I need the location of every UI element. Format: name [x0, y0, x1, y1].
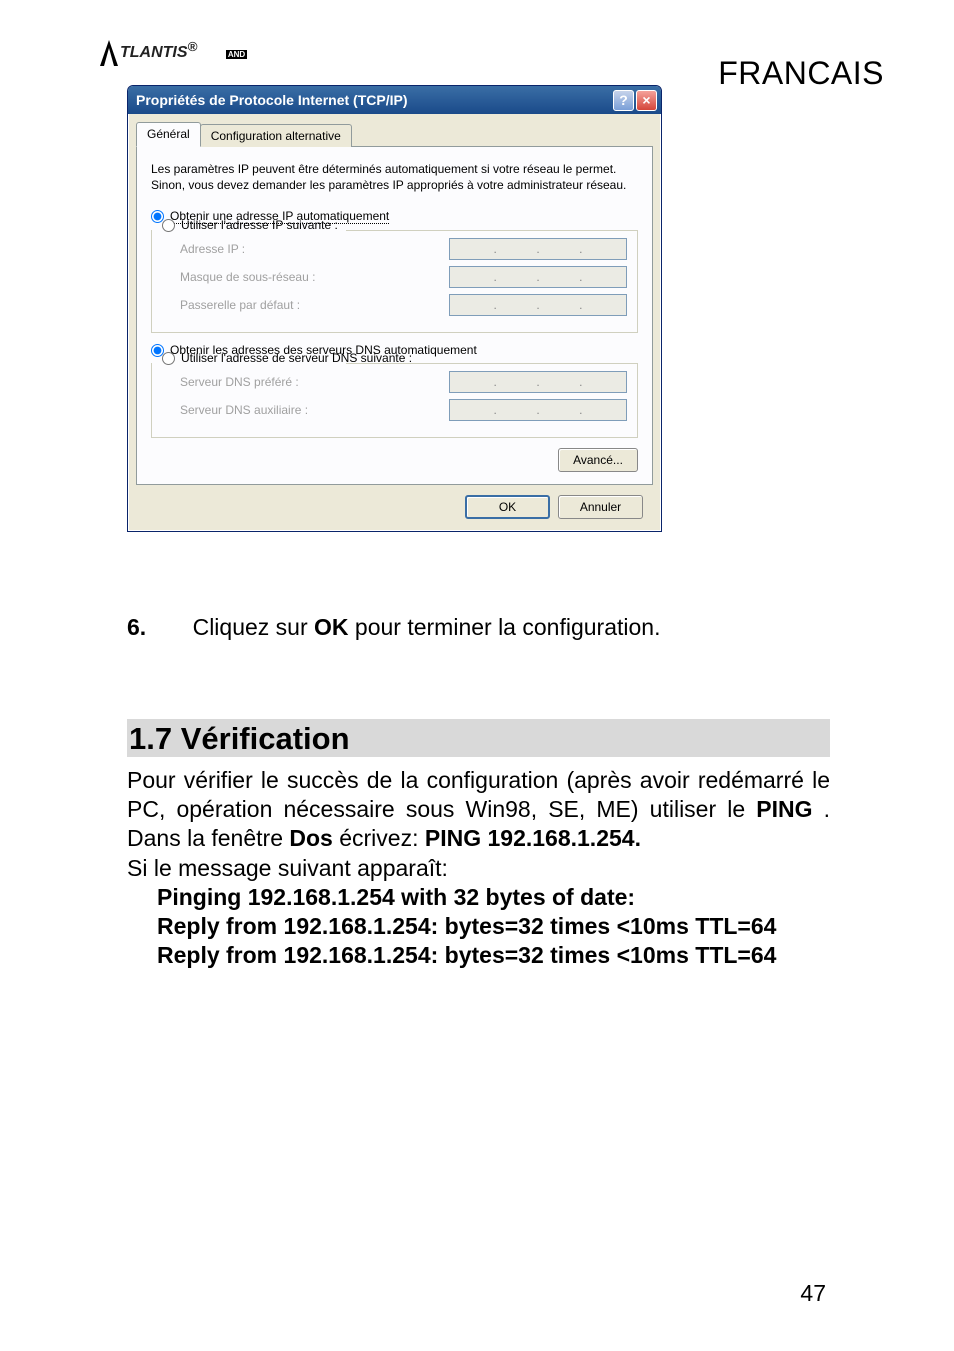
- dns-manual-group: Utiliser l'adresse de serveur DNS suivan…: [151, 363, 638, 438]
- dns-pref-label: Serveur DNS préféré :: [180, 375, 299, 389]
- body-p2: Si le message suivant apparaît:: [127, 854, 830, 883]
- radio-ip-manual-label: Utiliser l'adresse IP suivante :: [181, 218, 338, 232]
- gateway-label: Passerelle par défaut :: [180, 298, 300, 312]
- dns-aux-input: ...: [449, 399, 627, 421]
- tab-general[interactable]: Général: [136, 122, 201, 147]
- advanced-button[interactable]: Avancé...: [558, 448, 638, 472]
- dialog-footer: OK Annuler: [136, 485, 653, 519]
- info-text: Les paramètres IP peuvent être déterminé…: [151, 161, 638, 193]
- dns-pref-input: ...: [449, 371, 627, 393]
- page-number: 47: [800, 1280, 826, 1307]
- field-dns-pref-row: Serveur DNS préféré : ...: [162, 371, 627, 393]
- dialog-title: Propriétés de Protocole Internet (TCP/IP…: [136, 92, 408, 108]
- section-heading-band: 1.7 Vérification: [127, 719, 830, 757]
- dns-aux-label: Serveur DNS auxiliaire :: [180, 403, 308, 417]
- brand-text: TLANTIS: [120, 44, 188, 61]
- step-6-text: 6. Cliquez sur OK pour terminer la confi…: [127, 614, 830, 641]
- step6-ok: OK: [314, 614, 349, 640]
- body-l3: Reply from 192.168.1.254: bytes=32 times…: [157, 942, 776, 968]
- radio-dns-manual-label: Utiliser l'adresse de serveur DNS suivan…: [181, 351, 412, 365]
- step6-post: pour terminer la configuration.: [355, 614, 661, 640]
- body-p1c: écrivez:: [339, 825, 425, 851]
- tab-strip: Général Configuration alternative: [136, 122, 653, 147]
- body-p1a: Pour vérifier le succès de la configurat…: [127, 767, 830, 822]
- close-button[interactable]: ×: [636, 90, 657, 111]
- brand-logo: TLANTIS® AND: [98, 38, 247, 68]
- titlebar-buttons: ? ×: [613, 90, 657, 111]
- field-dns-aux-row: Serveur DNS auxiliaire : ...: [162, 399, 627, 421]
- ip-manual-group: Utiliser l'adresse IP suivante : Adresse…: [151, 230, 638, 333]
- field-ip-row: Adresse IP : ...: [162, 238, 627, 260]
- body-l2: Reply from 192.168.1.254: bytes=32 times…: [157, 913, 776, 939]
- page-language: FRANCAIS: [718, 55, 884, 92]
- mask-input: ...: [449, 266, 627, 288]
- cancel-button[interactable]: Annuler: [558, 495, 643, 519]
- radio-dns-manual[interactable]: [162, 352, 175, 365]
- body-text: Pour vérifier le succès de la configurat…: [127, 766, 830, 970]
- mask-label: Masque de sous-réseau :: [180, 270, 315, 284]
- tcpip-properties-dialog: Propriétés de Protocole Internet (TCP/IP…: [127, 85, 662, 532]
- section-title: 1.7 Vérification: [129, 721, 350, 756]
- body-pingcmd: PING 192.168.1.254.: [425, 825, 641, 851]
- ip-input: ...: [449, 238, 627, 260]
- step6-pre: Cliquez sur: [193, 614, 314, 640]
- body-l1: Pinging 192.168.1.254 with 32 bytes of d…: [157, 884, 635, 910]
- tab-panel-general: Les paramètres IP peuvent être déterminé…: [136, 146, 653, 485]
- field-mask-row: Masque de sous-réseau : ...: [162, 266, 627, 288]
- titlebar: Propriétés de Protocole Internet (TCP/IP…: [128, 86, 661, 114]
- help-button[interactable]: ?: [613, 90, 634, 111]
- gateway-input: ...: [449, 294, 627, 316]
- field-gateway-row: Passerelle par défaut : ...: [162, 294, 627, 316]
- ip-label: Adresse IP :: [180, 242, 245, 256]
- body-ping: PING: [756, 796, 812, 822]
- ok-button[interactable]: OK: [465, 495, 550, 519]
- radio-dns-manual-row[interactable]: Utiliser l'adresse de serveur DNS suivan…: [162, 351, 627, 365]
- radio-ip-manual-row[interactable]: Utiliser l'adresse IP suivante :: [162, 218, 627, 232]
- tab-alternative[interactable]: Configuration alternative: [200, 124, 352, 147]
- body-dos: Dos: [289, 825, 332, 851]
- brand-sub: AND: [226, 50, 247, 59]
- step6-number: 6.: [127, 614, 146, 640]
- radio-ip-manual[interactable]: [162, 219, 175, 232]
